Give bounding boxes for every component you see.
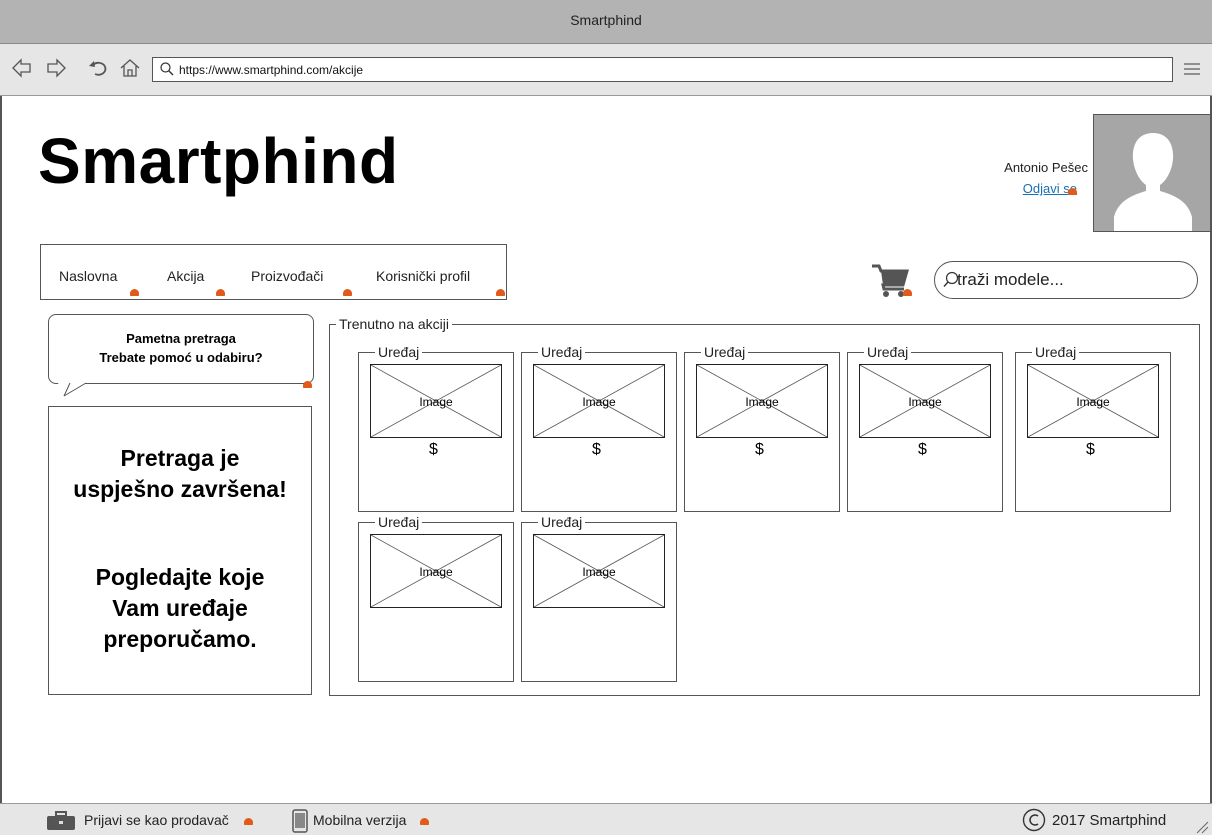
window-title: Smartphind — [570, 12, 642, 28]
forward-icon[interactable] — [44, 56, 68, 80]
user-silhouette-icon — [1114, 133, 1192, 231]
seller-login-link[interactable]: Prijavi se kao prodavač — [84, 812, 229, 828]
device-image-placeholder: Image — [370, 364, 502, 438]
hotspot-marker — [130, 289, 139, 296]
search-input[interactable] — [957, 270, 1177, 290]
device-image-placeholder: Image — [533, 534, 665, 608]
device-card-label: Uređaj — [701, 344, 749, 360]
menu-item-naslovna[interactable]: Naslovna — [59, 268, 117, 284]
smart-search-bubble[interactable]: Pametna pretraga Trebate pomoć u odabiru… — [48, 314, 314, 384]
device-card-label: Uređaj — [375, 344, 423, 360]
svg-text:$: $ — [592, 441, 601, 458]
money-icon: $ — [755, 441, 764, 459]
menu-item-korisnicki-profil[interactable]: Korisnički profil — [376, 268, 470, 284]
device-card[interactable]: Uređaj Image $ — [847, 344, 1003, 512]
deals-legend: Trenutno na akciji — [336, 316, 452, 332]
device-card[interactable]: Uređaj Image $ — [684, 344, 840, 512]
hotspot-marker — [244, 818, 253, 825]
main-menu: Naslovna Akcija Proizvođači Korisnički p… — [40, 244, 507, 300]
menu-item-proizvodjaci[interactable]: Proizvođači — [251, 268, 323, 284]
svg-text:$: $ — [1086, 441, 1095, 458]
money-icon: $ — [592, 441, 601, 459]
user-name: Antonio Pešec — [1004, 160, 1088, 175]
device-image-placeholder: Image — [370, 534, 502, 608]
hotspot-marker — [216, 289, 225, 296]
result-text-line: Pretraga je — [120, 445, 240, 471]
hotspot-marker — [496, 289, 505, 296]
svg-text:$: $ — [755, 441, 764, 458]
result-text-line: uspješno završena! — [73, 476, 287, 502]
footer: Prijavi se kao prodavač Mobilna verzija … — [0, 803, 1212, 835]
device-card[interactable]: Uređaj Image — [521, 514, 677, 682]
search-result-panel: Pretraga je uspješno završena! Pogledajt… — [48, 406, 312, 695]
resize-grip-icon[interactable] — [1193, 818, 1209, 834]
device-card-label: Uređaj — [375, 514, 423, 530]
money-icon: $ — [1086, 441, 1095, 459]
device-image-placeholder: Image — [1027, 364, 1159, 438]
result-text-line: preporučamo. — [103, 626, 257, 652]
copyright-text: 2017 Smartphind — [1052, 812, 1167, 829]
hotspot-marker — [1068, 188, 1077, 195]
window-titlebar: Smartphind — [0, 0, 1212, 44]
device-image-placeholder: Image — [859, 364, 991, 438]
reload-icon[interactable] — [86, 56, 110, 80]
device-card-label: Uređaj — [864, 344, 912, 360]
home-icon[interactable] — [118, 56, 142, 80]
svg-text:$: $ — [918, 441, 927, 458]
result-text-line: Pogledajte koje — [95, 564, 265, 590]
device-card[interactable]: Uređaj Image $ — [358, 344, 514, 512]
device-card[interactable]: Uređaj Image — [358, 514, 514, 682]
briefcase-icon — [47, 811, 75, 830]
hotspot-marker — [343, 289, 352, 296]
address-bar[interactable]: https://www.smartphind.com/akcije — [152, 57, 1173, 82]
url-text: https://www.smartphind.com/akcije — [179, 63, 364, 77]
hotspot-marker — [420, 818, 429, 825]
search-box — [934, 261, 1198, 299]
device-card[interactable]: Uređaj Image $ — [1015, 344, 1171, 512]
image-label: Image — [419, 565, 453, 579]
bubble-tail — [58, 382, 87, 397]
device-card-label: Uređaj — [1032, 344, 1080, 360]
image-label: Image — [582, 565, 616, 579]
image-label: Image — [745, 395, 779, 409]
bubble-title: Pametna pretraga — [126, 331, 236, 346]
device-card-label: Uređaj — [538, 514, 586, 530]
image-label: Image — [419, 395, 453, 409]
back-icon[interactable] — [10, 56, 34, 80]
browser-toolbar: https://www.smartphind.com/akcije — [0, 44, 1212, 96]
search-icon — [160, 62, 174, 76]
device-image-placeholder: Image — [533, 364, 665, 438]
hotspot-marker — [303, 381, 312, 388]
site-logo[interactable]: Smartphind — [38, 124, 399, 198]
hotspot-marker — [903, 289, 912, 296]
device-card[interactable]: Uređaj Image $ — [521, 344, 677, 512]
hamburger-menu-icon[interactable] — [1181, 58, 1203, 80]
image-label: Image — [1076, 395, 1110, 409]
mobile-version-link[interactable]: Mobilna verzija — [313, 812, 406, 828]
image-label: Image — [582, 395, 616, 409]
device-image-placeholder: Image — [696, 364, 828, 438]
bubble-subtitle: Trebate pomoć u odabiru? — [99, 350, 263, 365]
image-label: Image — [908, 395, 942, 409]
result-text-line: Vam uređaje — [112, 595, 248, 621]
mobile-phone-icon — [292, 809, 308, 833]
money-icon: $ — [918, 441, 927, 459]
money-icon: $ — [429, 441, 438, 459]
svg-text:$: $ — [429, 441, 438, 458]
device-card-label: Uređaj — [538, 344, 586, 360]
page-border-left — [0, 96, 2, 803]
copyright-icon — [1022, 808, 1046, 832]
menu-item-akcija[interactable]: Akcija — [167, 268, 204, 284]
avatar[interactable] — [1093, 114, 1211, 232]
